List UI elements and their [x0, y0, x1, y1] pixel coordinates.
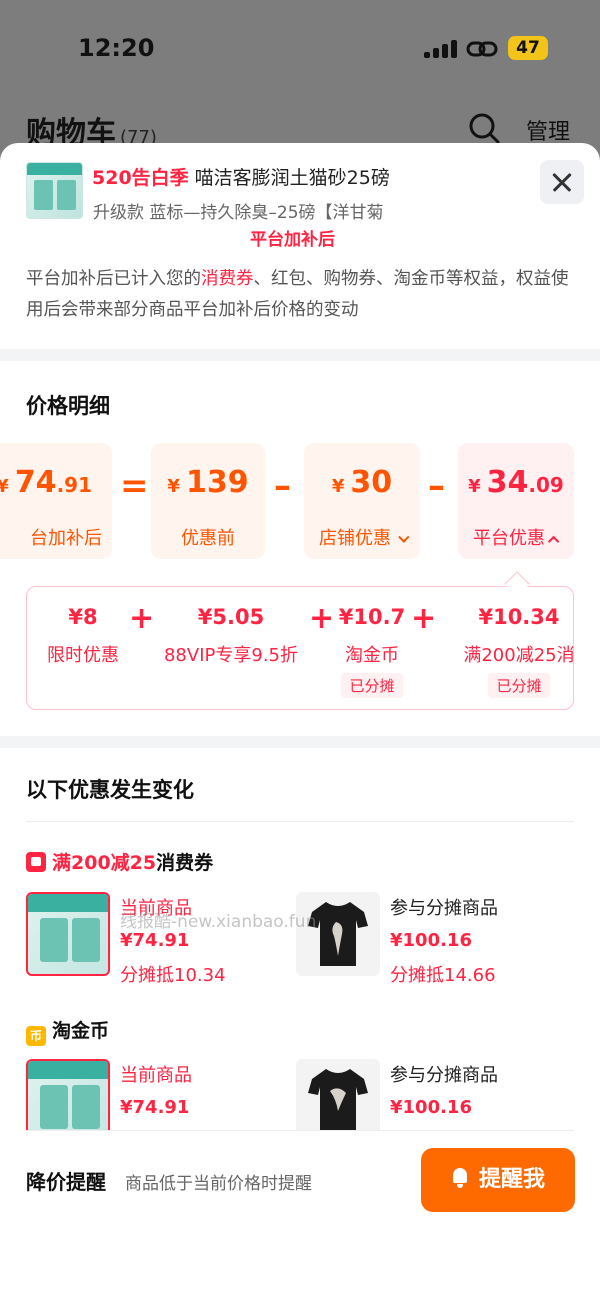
status-bar: 12:20 47 [0, 0, 600, 100]
breakdown-item: ¥10.34 满200减25消 已分摊 [439, 605, 573, 698]
tshirt-icon [308, 902, 368, 966]
link-icon [466, 41, 498, 57]
product-name: 喵洁客膨润土猫砂25磅 [194, 167, 390, 189]
divider [26, 821, 574, 822]
section-divider [0, 349, 600, 361]
coupon-highlight: 消费券 [201, 269, 254, 289]
plus-sign: + [411, 601, 437, 636]
platform-discount-box[interactable]: ¥34.09 平台优惠 [458, 443, 574, 559]
coupon-header: 满200减25消费券 [26, 848, 213, 875]
original-price-box: ¥139 优惠前 [151, 443, 265, 559]
shared-product-info: 参与分摊商品 ¥100.16 分摊抵14.66 [390, 898, 498, 986]
shop-discount-box[interactable]: ¥30 店铺优惠 [304, 443, 420, 559]
original-price-label: 优惠前 [181, 528, 235, 549]
breakdown-item: ¥8 限时优惠 [47, 605, 119, 666]
product-thumbnail [26, 162, 83, 219]
close-button[interactable] [540, 160, 584, 204]
price-alert-title: 降价提醒 [26, 1170, 106, 1194]
price-alert-bar: 降价提醒 商品低于当前价格时提醒 提醒我 [0, 1130, 600, 1304]
coins-header: 币淘金币 [26, 1016, 109, 1046]
shop-discount-label[interactable]: 店铺优惠 [304, 519, 420, 559]
signal-icon [424, 40, 458, 58]
final-price-box: ¥74.91 台加补后 [0, 443, 112, 559]
section-divider [0, 736, 600, 748]
description-text: 平台加补后已计入您的消费券、红包、购物券、淘金币等权益，权益使用后会带来部分商品… [26, 269, 569, 320]
shared-badge: 已分摊 [488, 673, 550, 698]
equals-sign: = [120, 466, 149, 506]
current-product-info: 当前商品 ¥74.91 [120, 1065, 192, 1118]
price-detail-title: 价格明细 [26, 394, 110, 418]
product-price-status: 平台加补后 [250, 230, 335, 250]
chevron-up-icon [547, 535, 560, 548]
plus-sign: + [129, 601, 155, 636]
shared-product-info: 参与分摊商品 ¥100.16 [390, 1065, 498, 1118]
search-icon[interactable] [468, 112, 500, 144]
bell-icon [451, 1168, 469, 1188]
breakdown-item: ¥10.7 淘金币 已分摊 [335, 605, 409, 698]
platform-discount-breakdown: ¥8 限时优惠 + ¥5.05 88VIP专享9.5折 + ¥10.7 淘金币 … [26, 586, 574, 710]
changes-title: 以下优惠发生变化 [26, 778, 194, 802]
plus-sign: + [309, 601, 335, 636]
product-title: 520告白季 喵洁客膨润土猫砂25磅 [92, 163, 390, 190]
final-price-label: 台加补后 [30, 528, 102, 549]
status-time: 12:20 [78, 34, 155, 62]
price-alert-subtitle: 商品低于当前价格时提醒 [125, 1174, 312, 1194]
coin-icon: 币 [26, 1026, 46, 1046]
shared-product-thumbnail [296, 892, 380, 976]
manage-button[interactable]: 管理 [526, 114, 570, 146]
minus-sign: – [428, 466, 445, 506]
battery-indicator: 47 [508, 36, 548, 60]
coupon-icon [26, 852, 46, 872]
minus-sign: – [274, 466, 291, 506]
tshirt-icon [308, 1069, 368, 1133]
chevron-down-icon [398, 531, 410, 543]
shared-badge: 已分摊 [341, 673, 403, 698]
remind-me-button[interactable]: 提醒我 [421, 1148, 575, 1212]
divider [26, 1130, 574, 1131]
promo-tag: 520告白季 [92, 167, 189, 189]
product-spec: 升级款 蓝标—持久除臭–25磅【洋甘菊 [93, 203, 384, 223]
platform-discount-label[interactable]: 平台优惠 [458, 519, 574, 559]
current-product-thumbnail [26, 892, 110, 976]
breakdown-item: ¥5.05 88VIP专享9.5折 [163, 605, 298, 666]
watermark: 线报酷-new.xianbao.fun [120, 912, 317, 932]
